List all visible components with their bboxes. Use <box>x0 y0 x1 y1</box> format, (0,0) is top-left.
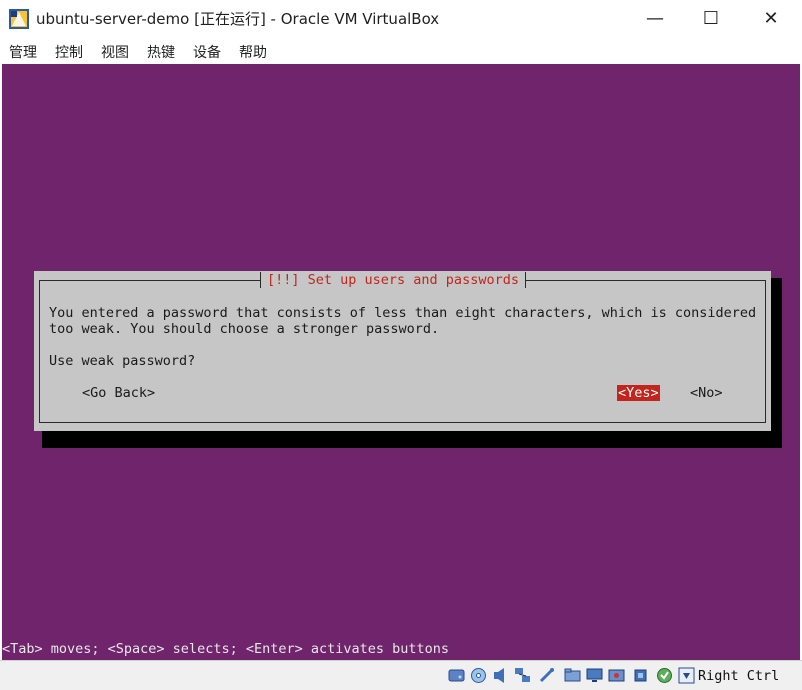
minimize-icon: — <box>646 8 664 29</box>
menu-view[interactable]: 视图 <box>101 42 129 62</box>
minimize-button[interactable]: — <box>632 0 678 38</box>
menu-help[interactable]: 帮助 <box>239 42 267 62</box>
cpu-icon[interactable] <box>632 667 649 684</box>
vm-display[interactable]: [!!] Set up users and passwords You ente… <box>2 64 800 660</box>
menu-hotkeys[interactable]: 热键 <box>147 42 175 62</box>
close-icon: ✕ <box>763 8 779 29</box>
maximize-icon: ☐ <box>702 8 720 29</box>
dialog-message-line-2: too weak. You should choose a stronger p… <box>49 321 440 337</box>
menu-devices[interactable]: 设备 <box>193 42 221 62</box>
virtualbox-app-icon <box>9 9 29 29</box>
mouse-integration-icon[interactable] <box>656 667 673 684</box>
menu-manage[interactable]: 管理 <box>9 42 37 62</box>
usb-icon[interactable] <box>538 667 555 684</box>
yes-button[interactable]: <Yes> <box>617 385 660 401</box>
hard-disk-icon[interactable] <box>448 667 465 684</box>
host-key-label: Right Ctrl <box>698 668 780 684</box>
installer-help-line: <Tab> moves; <Space> selects; <Enter> ac… <box>2 641 450 657</box>
video-capture-icon[interactable] <box>608 667 625 684</box>
dialog-title: [!!] Set up users and passwords <box>260 272 526 288</box>
window-title: ubuntu-server-demo [正在运行] - Oracle VM Vi… <box>36 10 440 28</box>
maximize-button[interactable]: ☐ <box>688 0 734 38</box>
no-button[interactable]: <No> <box>690 385 723 401</box>
dialog-border <box>39 280 766 423</box>
go-back-button[interactable]: <Go Back> <box>82 385 155 401</box>
network-icon[interactable] <box>514 667 531 684</box>
menu-control[interactable]: 控制 <box>55 42 83 62</box>
dialog-question: Use weak password? <box>49 353 196 369</box>
optical-drive-icon[interactable] <box>470 667 487 684</box>
host-key-arrow-icon[interactable] <box>678 667 695 684</box>
close-button[interactable]: ✕ <box>748 0 794 38</box>
audio-icon[interactable] <box>492 667 509 684</box>
display-icon[interactable] <box>586 667 603 684</box>
shared-folder-icon[interactable] <box>564 667 581 684</box>
dialog-message-line-1: You entered a password that consists of … <box>49 305 757 321</box>
